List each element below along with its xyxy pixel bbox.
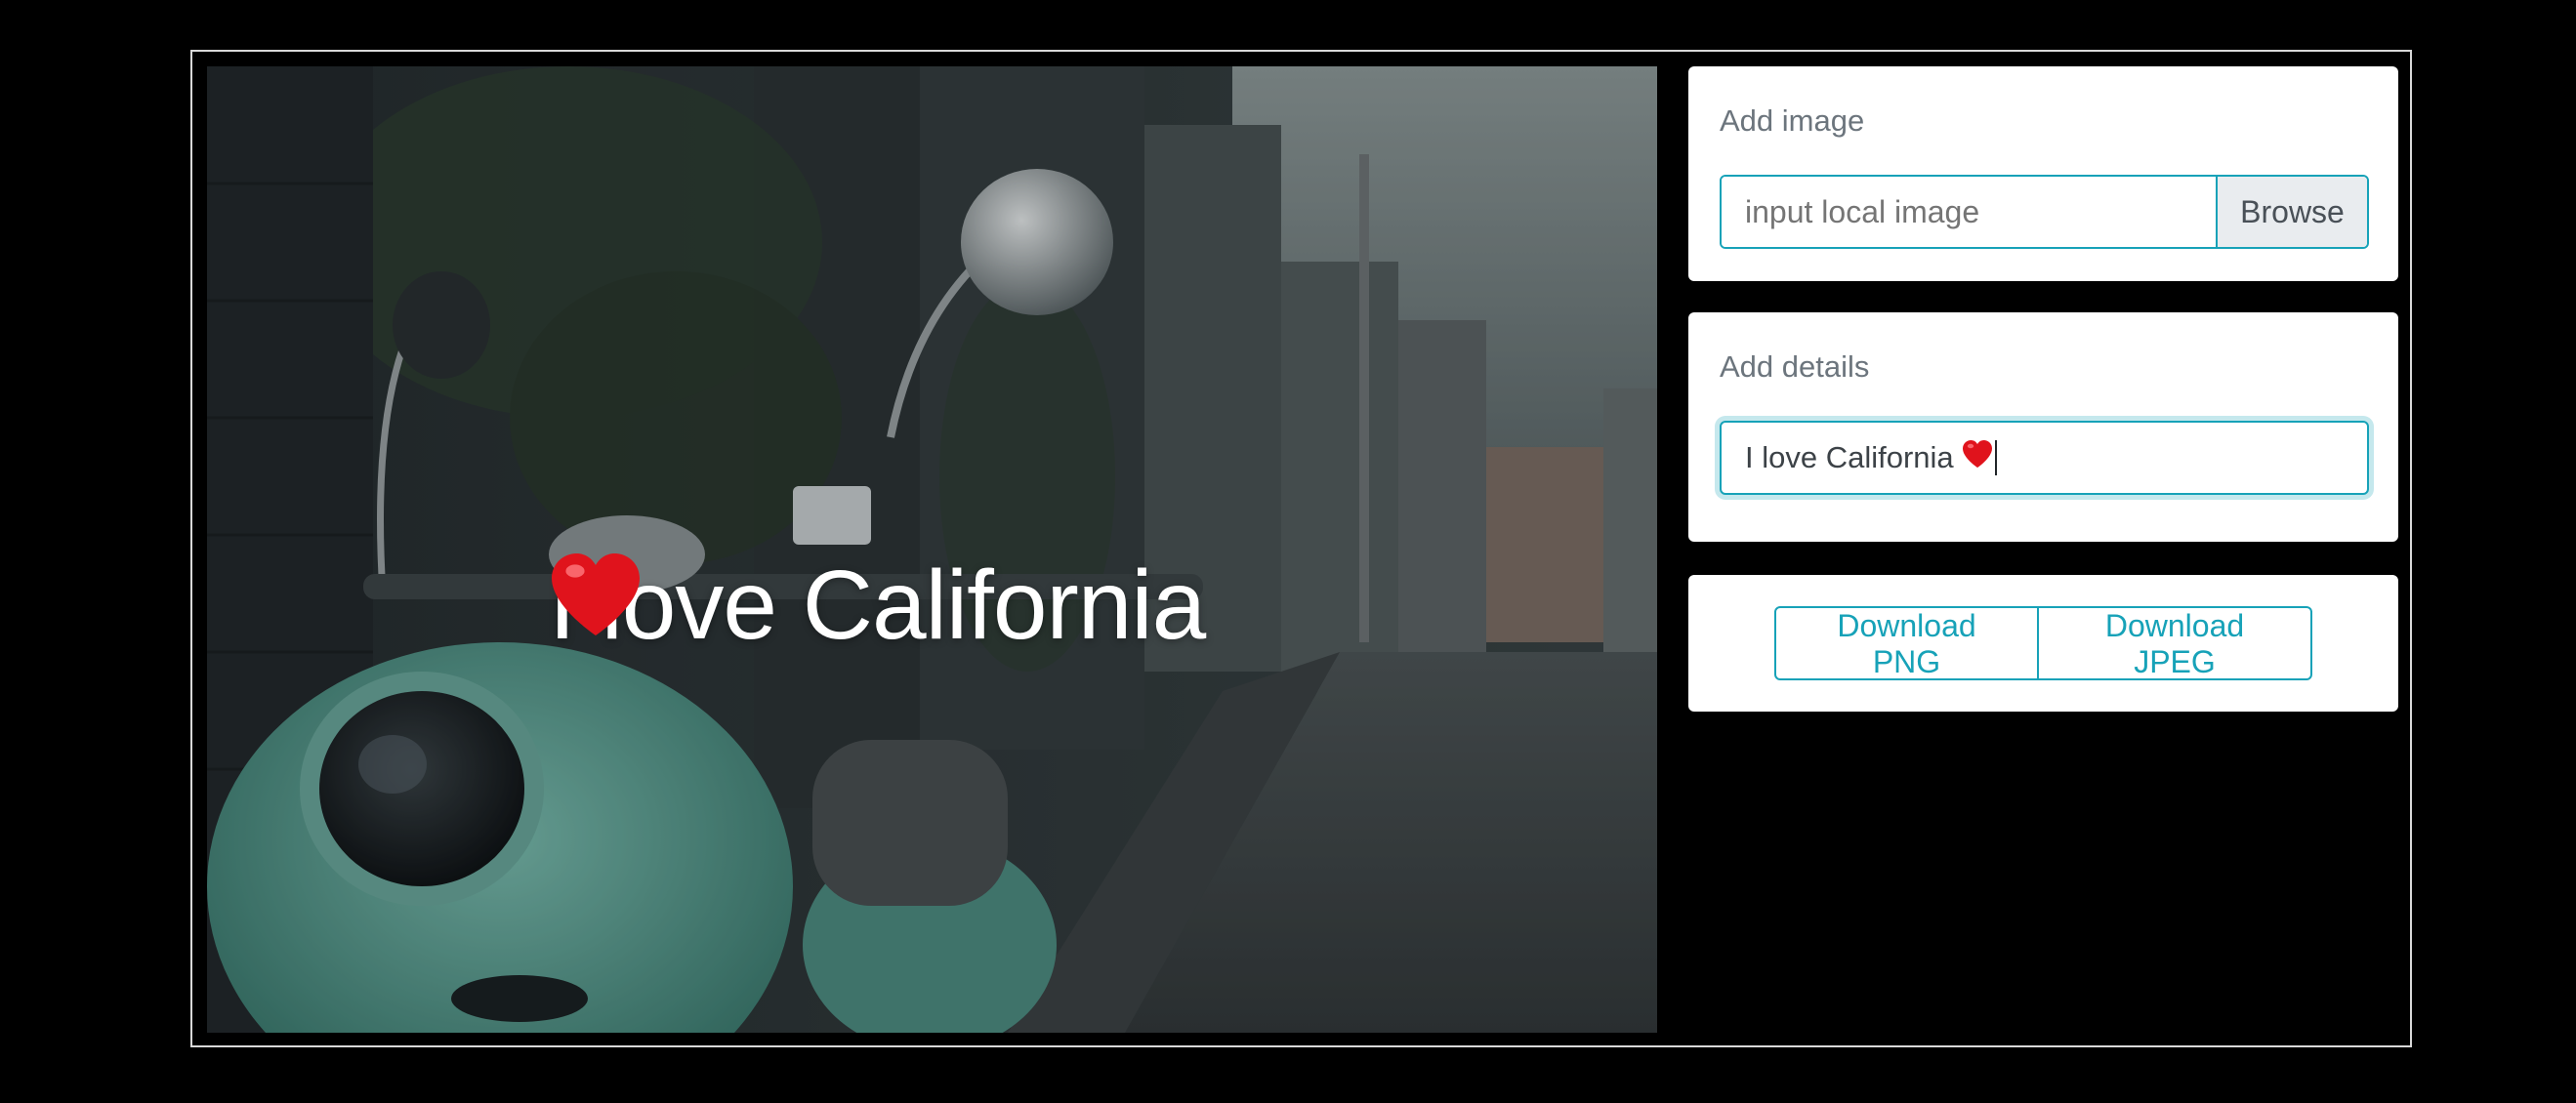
details-input-value: I love California (1745, 440, 1954, 474)
red-heart-icon (1962, 439, 1993, 473)
local-image-input[interactable] (1722, 177, 2216, 247)
image-preview: I love California (207, 66, 1657, 1033)
add-details-card: Add details I love California (1688, 312, 2398, 542)
add-image-label: Add image (1720, 103, 1865, 138)
overlay-caption: I love California (549, 550, 1255, 662)
file-input-group: Browse (1720, 175, 2369, 249)
download-card: Download PNG Download JPEG (1688, 575, 2398, 712)
download-png-button[interactable]: Download PNG (1774, 606, 2039, 680)
overlay-caption-text: I love California (549, 551, 1206, 660)
download-button-group: Download PNG Download JPEG (1774, 606, 2312, 680)
add-image-card: Add image Browse (1688, 66, 2398, 281)
details-input[interactable]: I love California (1720, 421, 2369, 495)
text-caret (1994, 440, 1997, 475)
download-jpeg-button[interactable]: Download JPEG (2039, 606, 2312, 680)
add-details-label: Add details (1720, 349, 1870, 384)
browse-button[interactable]: Browse (2216, 177, 2367, 247)
